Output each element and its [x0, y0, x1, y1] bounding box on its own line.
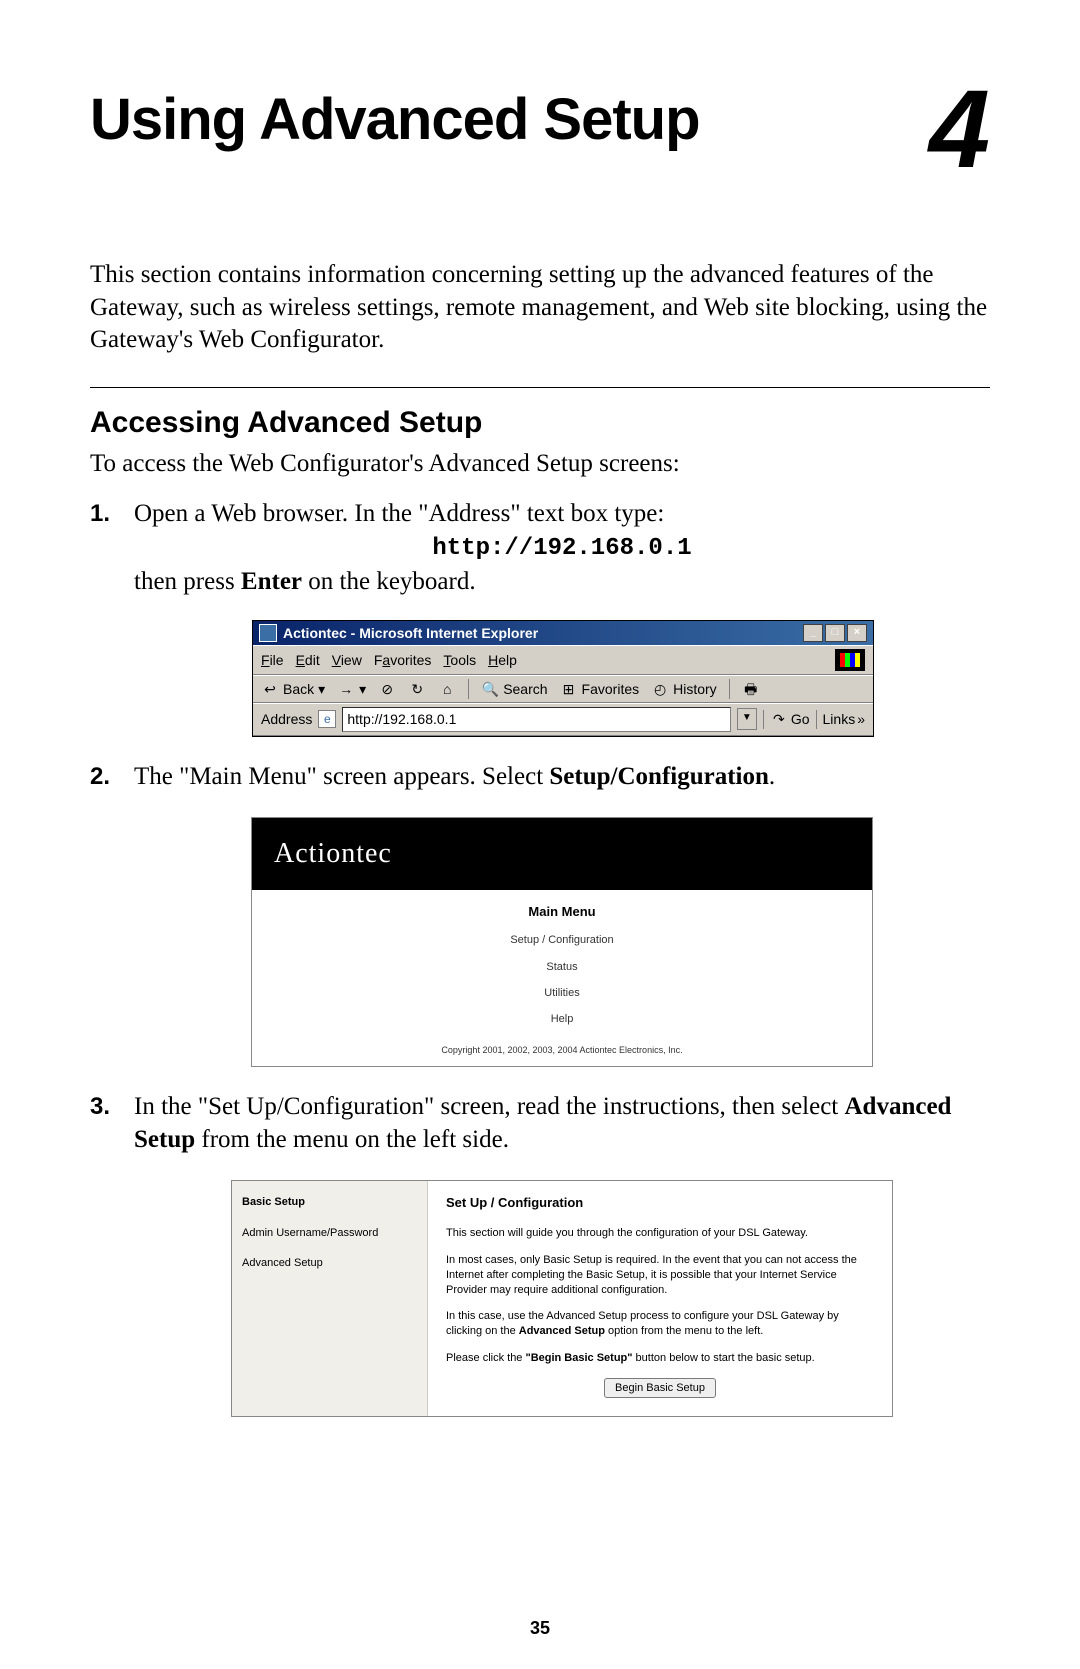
step-3-text-a: In the "Set Up/Configuration" screen, re… [134, 1093, 845, 1120]
page-number: 35 [0, 1618, 1080, 1639]
step-2-bold: Setup/Configuration [549, 763, 768, 790]
ie-titlebar: Actiontec - Microsoft Internet Explorer … [253, 621, 873, 645]
setup-main: Set Up / Configuration This section will… [428, 1181, 892, 1416]
sidebar-item-basic-setup[interactable]: Basic Setup [242, 1195, 417, 1209]
setup-title: Set Up / Configuration [446, 1195, 874, 1212]
step-2-text-pre: The "Main Menu" screen appears. Select [134, 763, 549, 790]
step-1-enter: Enter [241, 568, 302, 595]
toolbar-separator [468, 679, 469, 699]
close-button[interactable]: × [847, 624, 867, 642]
sidebar-item-admin[interactable]: Admin Username/Password [242, 1226, 417, 1240]
dropdown-caret-icon: ▾ [318, 680, 325, 698]
setup-p1: This section will guide you through the … [446, 1226, 874, 1241]
step-1-url: http://192.168.0.1 [134, 533, 990, 564]
address-dropdown[interactable]: ▼ [737, 708, 757, 730]
history-icon: ◴ [651, 680, 669, 698]
refresh-icon[interactable]: ↻ [408, 680, 426, 698]
menu-edit[interactable]: Edit [296, 651, 320, 669]
main-menu-title: Main Menu [262, 904, 862, 921]
menu-tools[interactable]: Tools [443, 651, 476, 669]
step-1-text-a: Open a Web browser. In the "Address" tex… [134, 500, 664, 527]
intro-paragraph: This section contains information concer… [90, 259, 990, 357]
favorites-button[interactable]: ⊞Favorites [560, 680, 640, 698]
favorites-icon: ⊞ [560, 680, 578, 698]
address-label: Address [261, 710, 312, 728]
chevron-right-icon: » [857, 710, 865, 728]
forward-arrow-icon: → [337, 680, 355, 698]
step-2-text-post: . [769, 763, 775, 790]
go-button[interactable]: ↷Go [763, 710, 810, 728]
menu-link-help[interactable]: Help [262, 1012, 862, 1026]
menu-help[interactable]: Help [488, 651, 517, 669]
step-3: In the "Set Up/Configuration" screen, re… [90, 1091, 990, 1417]
menu-link-utilities[interactable]: Utilities [262, 986, 862, 1000]
chapter-title: Using Advanced Setup [90, 90, 700, 151]
windows-logo-icon [835, 649, 865, 671]
step-2: The "Main Menu" screen appears. Select S… [90, 761, 990, 1068]
stop-icon[interactable]: ⊘ [378, 680, 396, 698]
section-intro: To access the Web Configurator's Advance… [90, 448, 990, 481]
maximize-button[interactable]: □ [825, 624, 845, 642]
menu-link-status[interactable]: Status [262, 960, 862, 974]
menu-view[interactable]: View [332, 651, 362, 669]
address-input[interactable]: http://192.168.0.1 [342, 707, 730, 731]
brand-header: Actiontec [252, 818, 872, 890]
divider [90, 387, 990, 388]
dropdown-caret-icon: ▾ [359, 680, 366, 698]
ie-title: Actiontec - Microsoft Internet Explorer [283, 624, 803, 642]
search-icon: 🔍 [481, 680, 499, 698]
step-1: Open a Web browser. In the "Address" tex… [90, 498, 990, 737]
sidebar-item-advanced-setup[interactable]: Advanced Setup [242, 1256, 417, 1270]
toolbar-separator [729, 679, 730, 699]
links-button[interactable]: Links » [816, 710, 865, 728]
setup-p4: Please click the "Begin Basic Setup" but… [446, 1351, 874, 1366]
back-arrow-icon: ↩ [261, 680, 279, 698]
ie-window: Actiontec - Microsoft Internet Explorer … [252, 620, 874, 736]
ie-address-bar: Address e http://192.168.0.1 ▼ ↷Go Links… [253, 703, 873, 735]
chapter-number: 4 [929, 80, 990, 179]
home-icon[interactable]: ⌂ [438, 680, 456, 698]
minimize-button[interactable]: _ [803, 624, 823, 642]
history-button[interactable]: ◴History [651, 680, 717, 698]
menu-link-setup[interactable]: Setup / Configuration [262, 933, 862, 947]
step-3-text-b: from the menu on the left side. [195, 1126, 509, 1153]
menu-favorites[interactable]: Favorites [374, 651, 432, 669]
setup-sidebar: Basic Setup Admin Username/Password Adva… [232, 1181, 428, 1416]
begin-basic-setup-button[interactable]: Begin Basic Setup [604, 1378, 716, 1398]
back-button[interactable]: ↩Back ▾ [261, 680, 325, 698]
print-icon[interactable]: 🖶 [742, 680, 760, 698]
go-icon: ↷ [770, 710, 788, 728]
menu-file[interactable]: File [261, 651, 284, 669]
search-button[interactable]: 🔍Search [481, 680, 547, 698]
forward-button[interactable]: → ▾ [337, 680, 366, 698]
step-1-text-b-post: on the keyboard. [302, 568, 476, 595]
section-title: Accessing Advanced Setup [90, 406, 990, 440]
ie-menubar: File Edit View Favorites Tools Help [253, 645, 873, 675]
ie-toolbar: ↩Back ▾ → ▾ ⊘ ↻ ⌂ 🔍Search ⊞Favorites ◴Hi… [253, 675, 873, 703]
step-1-text-b-pre: then press [134, 568, 241, 595]
main-menu-screenshot: Actiontec Main Menu Setup / Configuratio… [251, 817, 873, 1067]
page-icon: e [318, 710, 336, 728]
setup-config-screenshot: Basic Setup Admin Username/Password Adva… [231, 1180, 893, 1417]
ie-app-icon [259, 624, 277, 642]
setup-p2: In most cases, only Basic Setup is requi… [446, 1253, 874, 1298]
copyright: Copyright 2001, 2002, 2003, 2004 Actiont… [262, 1045, 862, 1057]
setup-p3: In this case, use the Advanced Setup pro… [446, 1309, 874, 1339]
